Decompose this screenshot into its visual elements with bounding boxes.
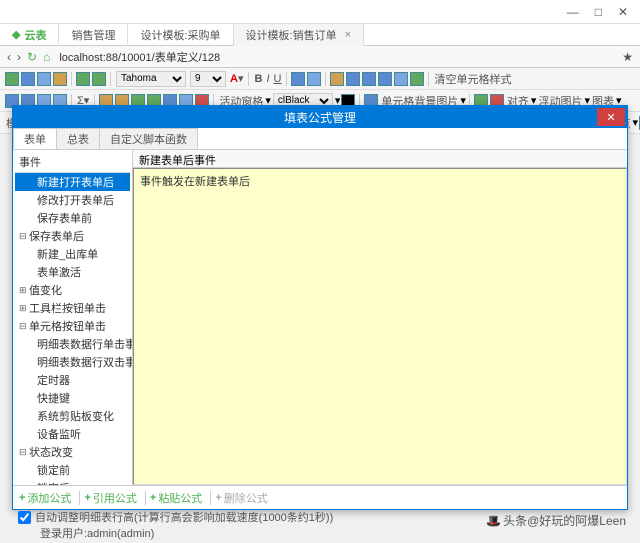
underline-button[interactable]: U — [274, 73, 282, 85]
dialog-tabs: 表单 总表 自定义脚本函数 — [13, 128, 627, 150]
chart-icon[interactable] — [410, 72, 424, 86]
tree-node-12[interactable]: 快捷键 — [15, 389, 130, 407]
add-formula-button[interactable]: 添加公式 — [19, 490, 71, 506]
window-titlebar: — □ ✕ — [0, 0, 640, 24]
dialog-close-button[interactable]: ✕ — [597, 108, 625, 126]
tree-node-8[interactable]: ⊟单元格按钮单击 — [15, 317, 130, 335]
brand-tab[interactable]: 云表 — [0, 24, 59, 46]
merge-icon[interactable] — [291, 72, 305, 86]
address-bar[interactable]: localhost:88/10001/表单定义/128 — [59, 49, 613, 65]
font-color-icon[interactable]: A▾ — [230, 72, 243, 85]
tree-node-7[interactable]: ⊞工具栏按钮单击 — [15, 299, 130, 317]
font-select[interactable]: Tahoma — [116, 71, 186, 87]
dialog-title: 填表公式管理 ✕ — [13, 106, 627, 128]
align-l-icon[interactable] — [346, 72, 360, 86]
tree-node-13[interactable]: 系统剪贴板变化 — [15, 407, 130, 425]
maximize-button[interactable]: □ — [595, 5, 602, 19]
login-info: 登录用户:admin(admin) — [40, 525, 154, 541]
tab-template-purchase[interactable]: 设计模板:采购单 — [128, 24, 233, 46]
tree-node-15[interactable]: ⊟状态改变 — [15, 443, 130, 461]
close-button[interactable]: ✕ — [618, 5, 628, 19]
minimize-button[interactable]: — — [567, 5, 579, 19]
ref-formula-button[interactable]: 引用公式 — [84, 490, 136, 506]
del-formula-button[interactable]: 删除公式 — [215, 490, 267, 506]
paste-formula-button[interactable]: 粘贴公式 — [150, 490, 202, 506]
tree-node-5[interactable]: 表单激活 — [15, 263, 130, 281]
event-tree[interactable]: 事件 新建打开表单后修改打开表单后保存表单前⊟保存表单后新建_出库单表单激活⊞值… — [13, 150, 133, 485]
tree-node-10[interactable]: 明细表数据行双击事件 — [15, 353, 130, 371]
tree-header: 事件 — [15, 152, 130, 173]
auto-adjust-checkbox[interactable] — [18, 511, 31, 524]
auto-adjust-label: 自动调整明细表行高(计算行高会影响加载速度(1000条约1秒)) — [35, 509, 333, 525]
tree-node-6[interactable]: ⊞值变化 — [15, 281, 130, 299]
app-tabs: 云表 销售管理 设计模板:采购单 设计模板:销售订单 × — [0, 24, 640, 46]
tab-label: 设计模板:销售订单 — [246, 27, 337, 43]
clear-style-button[interactable]: 清空单元格样式 — [434, 71, 511, 87]
content-header: 新建表单后事件 — [133, 150, 627, 168]
tab-form[interactable]: 表单 — [13, 128, 57, 149]
tree-node-14[interactable]: 设备监听 — [15, 425, 130, 443]
formula-dialog: 填表公式管理 ✕ 表单 总表 自定义脚本函数 事件 新建打开表单后修改打开表单后… — [12, 105, 628, 510]
tree-node-9[interactable]: 明细表数据行单击事件 — [15, 335, 130, 353]
dialog-title-text: 填表公式管理 — [284, 109, 356, 126]
grid-icon[interactable] — [21, 72, 35, 86]
bold-button[interactable]: B — [254, 73, 262, 85]
tree-node-11[interactable]: 定时器 — [15, 371, 130, 389]
fill-icon[interactable] — [330, 72, 344, 86]
nav-refresh-icon[interactable]: ↻ — [27, 50, 37, 64]
nav-bar: ‹ › ↻ ⌂ localhost:88/10001/表单定义/128 ★ — [0, 46, 640, 68]
tab-close-icon[interactable]: × — [345, 29, 351, 41]
tab-sales-mgmt[interactable]: 销售管理 — [59, 24, 128, 46]
tree-node-1[interactable]: 修改打开表单后 — [15, 191, 130, 209]
align-c-icon[interactable] — [362, 72, 376, 86]
save-icon[interactable] — [5, 72, 19, 86]
redo-icon[interactable] — [92, 72, 106, 86]
border-icon[interactable] — [307, 72, 321, 86]
italic-button[interactable]: I — [266, 73, 269, 85]
tab-custom-script[interactable]: 自定义脚本函数 — [99, 128, 198, 149]
toolbar-1: Tahoma 9 A▾ B I U 清空单元格样式 — [0, 68, 640, 90]
fontsize-select[interactable]: 9 — [190, 71, 226, 87]
watermark: 头条@好玩的阿爆Leen — [486, 512, 626, 529]
tree-node-4[interactable]: 新建_出库单 — [15, 245, 130, 263]
tree-node-0[interactable]: 新建打开表单后 — [15, 173, 130, 191]
content-body[interactable]: 事件触发在新建表单后 — [133, 168, 627, 485]
tree-node-3[interactable]: ⊟保存表单后 — [15, 227, 130, 245]
col-icon[interactable] — [53, 72, 67, 86]
align-r-icon[interactable] — [378, 72, 392, 86]
tree-node-17[interactable]: 锁定后 — [15, 479, 130, 485]
nav-home-icon[interactable]: ⌂ — [43, 50, 50, 64]
undo-icon[interactable] — [76, 72, 90, 86]
tree-node-2[interactable]: 保存表单前 — [15, 209, 130, 227]
nav-forward-icon[interactable]: › — [17, 50, 21, 64]
row-icon[interactable] — [37, 72, 51, 86]
content-panel: 新建表单后事件 事件触发在新建表单后 — [133, 150, 627, 485]
tab-total[interactable]: 总表 — [56, 128, 100, 149]
star-icon[interactable]: ★ — [622, 50, 633, 64]
nav-back-icon[interactable]: ‹ — [7, 50, 11, 64]
dialog-footer: 添加公式 引用公式 粘贴公式 删除公式 — [13, 485, 627, 509]
auto-adjust-row: 自动调整明细表行高(计算行高会影响加载速度(1000条约1秒)) — [18, 509, 333, 525]
barcode-icon[interactable] — [394, 72, 408, 86]
tree-node-16[interactable]: 锁定前 — [15, 461, 130, 479]
tab-template-sales-order[interactable]: 设计模板:销售订单 × — [234, 24, 365, 46]
